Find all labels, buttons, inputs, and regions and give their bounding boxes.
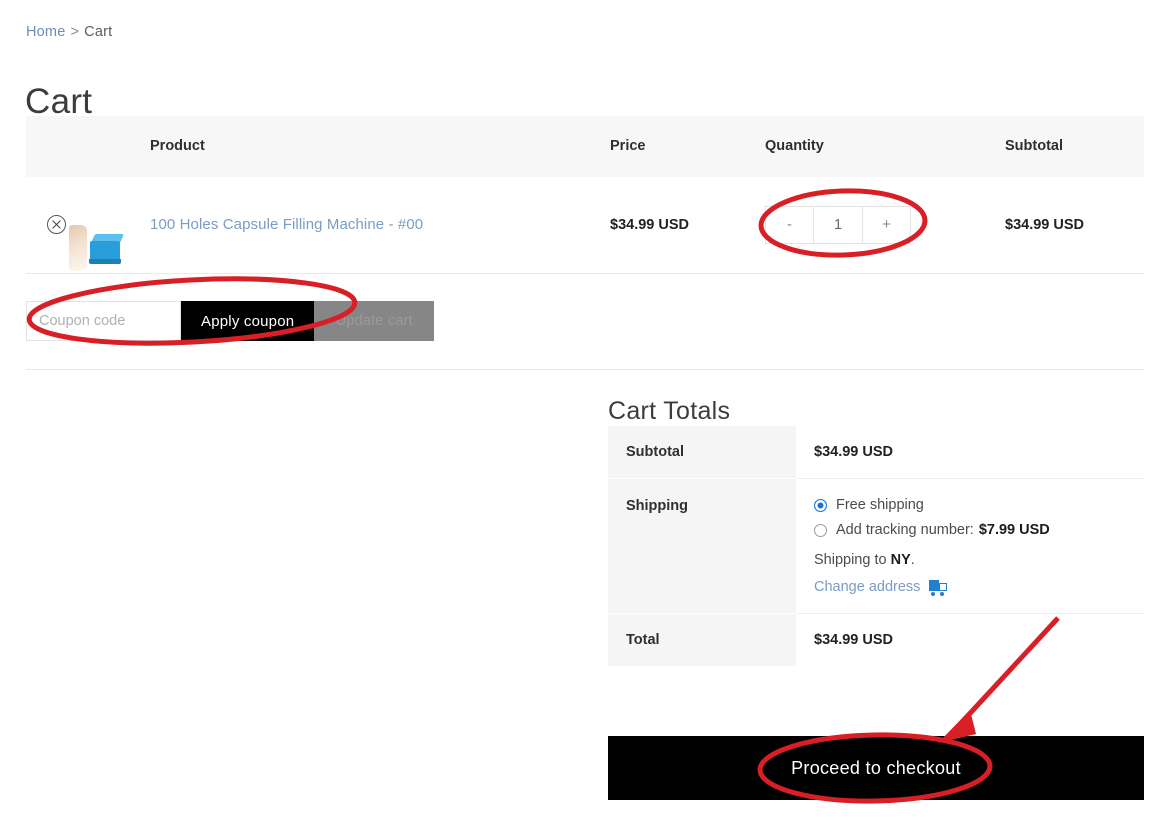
cell-subtotal: $34.99 USD: [1005, 177, 1144, 273]
quantity-stepper[interactable]: - +: [765, 206, 911, 244]
column-header-product: Product: [150, 116, 610, 177]
quantity-decrement-button[interactable]: -: [766, 207, 813, 243]
cell-coupon-actions: Apply coupon Update cart: [26, 273, 1144, 369]
shipping-option-tracking-price: $7.99 USD: [979, 522, 1050, 538]
shipping-option-tracking-label: Add tracking number:: [836, 522, 974, 538]
breadcrumb-separator: >: [70, 24, 79, 40]
column-header-quantity: Quantity: [765, 116, 1005, 177]
circle-x-icon[interactable]: [47, 215, 66, 234]
breadcrumb: Home > Cart: [26, 24, 112, 40]
cart-table-head: Product Price Quantity Subtotal: [26, 116, 1144, 177]
cart-page: Home > Cart Cart Product Price Quantity Su…: [0, 0, 1166, 827]
cell-thumbnail: [88, 177, 150, 273]
table-row: 100 Holes Capsule Filling Machine - #00 …: [26, 177, 1144, 273]
change-address-link[interactable]: Change address: [814, 579, 948, 595]
column-header-price: Price: [610, 116, 765, 177]
cart-items-table: Product Price Quantity Subtotal: [26, 116, 1144, 370]
proceed-to-checkout-button[interactable]: Proceed to checkout: [608, 736, 1144, 800]
totals-row-subtotal: Subtotal $34.99 USD: [608, 426, 1144, 479]
change-address-label: Change address: [814, 579, 920, 595]
radio-add-tracking-number[interactable]: [814, 524, 827, 537]
totals-value-total: $34.99 USD: [814, 632, 893, 648]
cart-totals-table: Subtotal $34.99 USD Shipping Free shippi…: [608, 426, 1144, 666]
totals-value-subtotal: $34.99 USD: [814, 444, 893, 460]
cart-table-header-row: Product Price Quantity Subtotal: [26, 116, 1144, 177]
shipping-option-free[interactable]: Free shipping: [814, 497, 1144, 513]
breadcrumb-current-cart: Cart: [84, 24, 112, 40]
shipping-to-prefix: Shipping to: [814, 552, 887, 568]
shipping-to-state: NY: [891, 552, 911, 568]
shipping-options-list: Free shipping Add tracking number: $7.99…: [814, 497, 1144, 538]
column-header-remove: [26, 116, 88, 177]
shipping-destination-note: Shipping to NY.: [814, 552, 1144, 568]
totals-row-total: Total $34.99 USD: [608, 614, 1144, 667]
totals-label-total: Total: [608, 614, 796, 667]
cart-table-body: 100 Holes Capsule Filling Machine - #00 …: [26, 177, 1144, 369]
coupon-code-input[interactable]: [26, 301, 181, 341]
cell-quantity: - +: [765, 177, 1005, 273]
truck-icon: [929, 580, 948, 594]
apply-coupon-button[interactable]: Apply coupon: [181, 301, 314, 341]
product-name-link[interactable]: 100 Holes Capsule Filling Machine - #00: [150, 216, 423, 233]
radio-free-shipping[interactable]: [814, 499, 827, 512]
column-header-subtotal: Subtotal: [1005, 116, 1144, 177]
shipping-option-free-label: Free shipping: [836, 497, 924, 513]
shipping-option-tracking[interactable]: Add tracking number: $7.99 USD: [814, 522, 1144, 538]
update-cart-button: Update cart: [314, 301, 434, 341]
totals-row-shipping: Shipping Free shipping Add tracking numb…: [608, 479, 1144, 614]
quantity-increment-button[interactable]: +: [863, 207, 910, 243]
column-header-thumbnail: [88, 116, 150, 177]
cell-price: $34.99 USD: [610, 177, 765, 273]
totals-label-subtotal: Subtotal: [608, 426, 796, 479]
coupon-row: Apply coupon Update cart: [26, 273, 1144, 369]
totals-label-shipping: Shipping: [608, 479, 796, 614]
breadcrumb-link-home[interactable]: Home: [26, 24, 65, 40]
coupon-form: Apply coupon Update cart: [26, 301, 1144, 341]
cell-product-name: 100 Holes Capsule Filling Machine - #00: [150, 177, 610, 273]
shipping-to-suffix: .: [911, 552, 915, 568]
cart-totals-heading: Cart Totals: [608, 397, 730, 426]
quantity-input[interactable]: [813, 207, 863, 243]
